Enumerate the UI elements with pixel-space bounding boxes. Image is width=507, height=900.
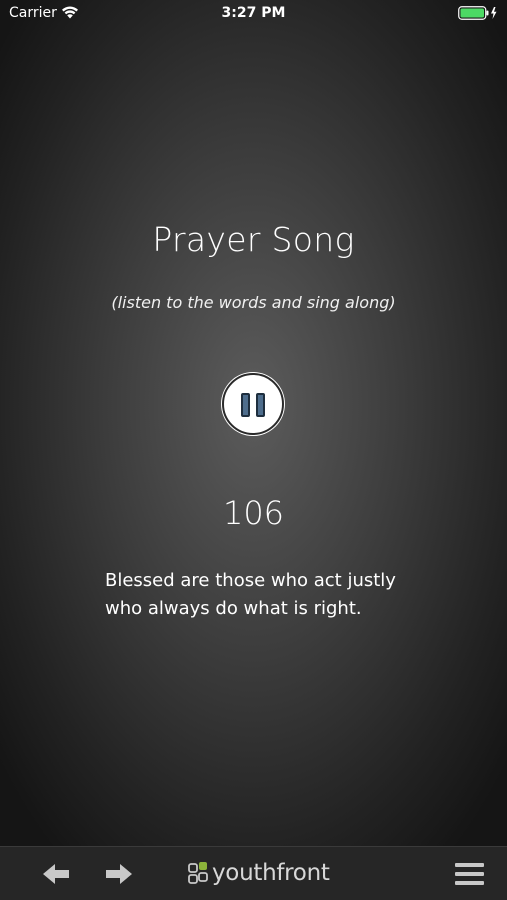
menu-line bbox=[455, 872, 484, 876]
pause-icon bbox=[241, 393, 250, 417]
arrow-left-icon[interactable] bbox=[40, 861, 72, 887]
menu-line bbox=[455, 863, 484, 867]
pause-icon-bar bbox=[256, 393, 265, 417]
status-bar: Carrier 3:27 PM bbox=[0, 0, 507, 28]
lyrics-text: Blessed are those who act justly who alw… bbox=[105, 567, 485, 623]
arrow-right-icon[interactable] bbox=[103, 861, 135, 887]
song-instruction: (listen to the words and sing along) bbox=[111, 293, 396, 312]
bottom-toolbar: youthfront bbox=[0, 846, 507, 900]
logo-text: youthfront bbox=[212, 860, 330, 886]
battery-icon bbox=[458, 6, 497, 20]
lyrics-line: Blessed are those who act justly bbox=[105, 570, 396, 591]
menu-line bbox=[455, 881, 484, 885]
verse-counter: 106 bbox=[222, 494, 285, 532]
logo-mark-icon bbox=[188, 862, 208, 884]
lyrics-line: who always do what is right. bbox=[105, 598, 362, 619]
status-time: 3:27 PM bbox=[221, 5, 286, 21]
pause-button[interactable] bbox=[222, 373, 284, 435]
song-title: Prayer Song bbox=[152, 220, 355, 259]
hamburger-menu-icon[interactable] bbox=[455, 861, 484, 887]
app-screen: Carrier 3:27 PM Prayer Song (listen to t… bbox=[0, 0, 507, 900]
